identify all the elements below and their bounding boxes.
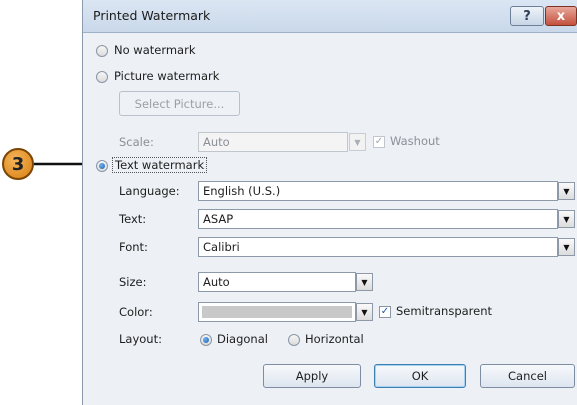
close-button[interactable]: x: [545, 6, 577, 26]
language-label: Language:: [119, 184, 180, 198]
close-icon: x: [556, 8, 566, 24]
font-field[interactable]: Calibri: [198, 237, 558, 257]
text-field[interactable]: ASAP: [198, 209, 558, 229]
diagonal-label[interactable]: Diagonal: [217, 332, 268, 346]
horizontal-label[interactable]: Horizontal: [305, 332, 364, 346]
scale-dropdown-arrow[interactable]: ▼: [349, 133, 366, 151]
size-field[interactable]: Auto: [198, 272, 356, 292]
size-label: Size:: [119, 275, 147, 289]
picture-watermark-label[interactable]: Picture watermark: [114, 69, 219, 83]
size-value: Auto: [203, 275, 230, 289]
color-label: Color:: [119, 305, 153, 319]
select-picture-button[interactable]: Select Picture...: [119, 91, 240, 116]
language-value: English (U.S.): [203, 184, 281, 198]
text-value: ASAP: [203, 212, 234, 226]
semitransparent-label[interactable]: Semitransparent: [396, 304, 492, 318]
text-label: Text:: [119, 212, 147, 226]
washout-label[interactable]: Washout: [390, 134, 440, 148]
language-dropdown-arrow[interactable]: ▼: [558, 182, 575, 200]
ok-label: OK: [411, 369, 429, 383]
cancel-label: Cancel: [508, 369, 547, 383]
semitransparent-checkbox[interactable]: ✓: [379, 306, 391, 318]
apply-label: Apply: [295, 369, 329, 383]
text-watermark-label[interactable]: Text watermark: [112, 157, 208, 173]
apply-button[interactable]: Apply: [263, 364, 361, 388]
printed-watermark-dialog: Printed Watermark ? x No watermark Pictu…: [82, 0, 577, 405]
no-watermark-radio[interactable]: [96, 45, 108, 57]
diagonal-radio[interactable]: [200, 334, 212, 346]
font-value: Calibri: [203, 240, 240, 254]
language-field[interactable]: English (U.S.): [198, 181, 558, 201]
help-icon: ?: [523, 8, 531, 24]
step-number-badge: 3: [2, 148, 34, 180]
scale-field[interactable]: Auto: [198, 132, 348, 152]
dialog-title: Printed Watermark: [93, 8, 211, 23]
help-button[interactable]: ?: [510, 6, 544, 26]
picture-watermark-radio[interactable]: [96, 71, 108, 83]
scale-value: Auto: [203, 135, 230, 149]
color-swatch: [202, 306, 352, 318]
step-number: 3: [11, 153, 25, 175]
scale-label: Scale:: [119, 135, 154, 149]
title-bar: Printed Watermark ? x: [83, 0, 577, 33]
size-dropdown-arrow[interactable]: ▼: [356, 273, 373, 291]
font-dropdown-arrow[interactable]: ▼: [558, 238, 575, 256]
ok-button[interactable]: OK: [374, 364, 466, 388]
horizontal-radio[interactable]: [288, 334, 300, 346]
color-dropdown-arrow[interactable]: ▼: [356, 303, 373, 321]
no-watermark-label[interactable]: No watermark: [114, 43, 196, 57]
color-picker[interactable]: [198, 302, 356, 322]
text-dropdown-arrow[interactable]: ▼: [558, 210, 575, 228]
font-label: Font:: [119, 240, 148, 254]
select-picture-label: Select Picture...: [134, 96, 225, 111]
cancel-button[interactable]: Cancel: [480, 364, 575, 388]
text-watermark-radio[interactable]: [96, 160, 108, 172]
washout-checkbox[interactable]: ✓: [373, 136, 385, 148]
layout-label: Layout:: [119, 332, 162, 346]
